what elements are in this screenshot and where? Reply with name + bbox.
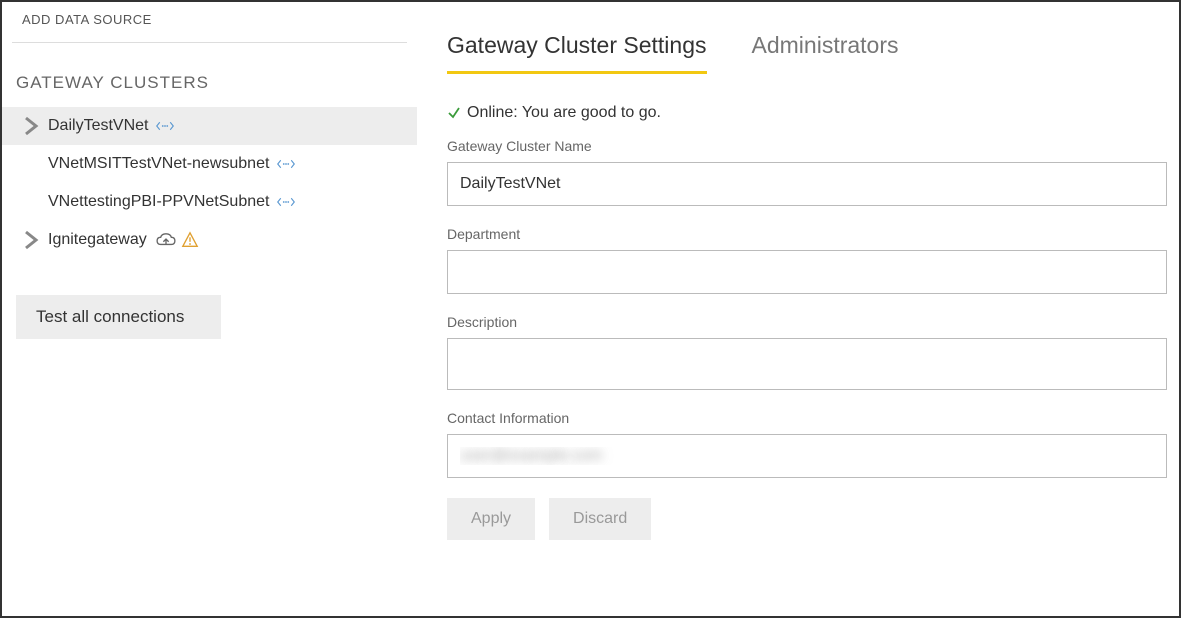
gateway-clusters-header: GATEWAY CLUSTERS bbox=[2, 43, 417, 107]
chevron-right-icon[interactable] bbox=[22, 116, 42, 136]
test-all-connections-button[interactable]: Test all connections bbox=[16, 295, 221, 339]
chevron-right-icon[interactable] bbox=[22, 230, 42, 250]
vnet-icon bbox=[277, 196, 295, 208]
contact-information-input[interactable] bbox=[447, 434, 1167, 478]
tab-gateway-cluster-settings[interactable]: Gateway Cluster Settings bbox=[447, 32, 707, 74]
apply-button[interactable]: Apply bbox=[447, 498, 535, 540]
cluster-item-label: Ignitegateway bbox=[48, 231, 147, 249]
gateway-cluster-name-label: Gateway Cluster Name bbox=[447, 138, 1169, 154]
description-label: Description bbox=[447, 314, 1169, 330]
warning-icon bbox=[181, 231, 199, 249]
cluster-item-vnetmsit[interactable]: VNetMSITTestVNet-newsubnet bbox=[2, 145, 417, 183]
cluster-item-vnettestingpbi[interactable]: VNettestingPBI-PPVNetSubnet bbox=[2, 183, 417, 221]
checkmark-icon bbox=[447, 106, 461, 120]
add-data-source-link[interactable]: ADD DATA SOURCE bbox=[12, 2, 407, 43]
status-text: Online: You are good to go. bbox=[467, 104, 661, 122]
department-label: Department bbox=[447, 226, 1169, 242]
cluster-item-label: VNetMSITTestVNet-newsubnet bbox=[48, 155, 269, 173]
vnet-icon bbox=[277, 158, 295, 170]
cloud-icon bbox=[155, 232, 177, 248]
department-input[interactable] bbox=[447, 250, 1167, 294]
gateway-cluster-name-input[interactable] bbox=[447, 162, 1167, 206]
cluster-item-label: VNettestingPBI-PPVNetSubnet bbox=[48, 193, 269, 211]
description-input[interactable] bbox=[447, 338, 1167, 390]
cluster-item-label: DailyTestVNet bbox=[48, 117, 148, 135]
contact-information-label: Contact Information bbox=[447, 410, 1169, 426]
cluster-item-ignitegateway[interactable]: Ignitegateway bbox=[2, 221, 417, 259]
tab-administrators[interactable]: Administrators bbox=[752, 32, 899, 74]
vnet-icon bbox=[156, 120, 174, 132]
discard-button[interactable]: Discard bbox=[549, 498, 651, 540]
cluster-item-dailytestvnet[interactable]: DailyTestVNet bbox=[2, 107, 417, 145]
